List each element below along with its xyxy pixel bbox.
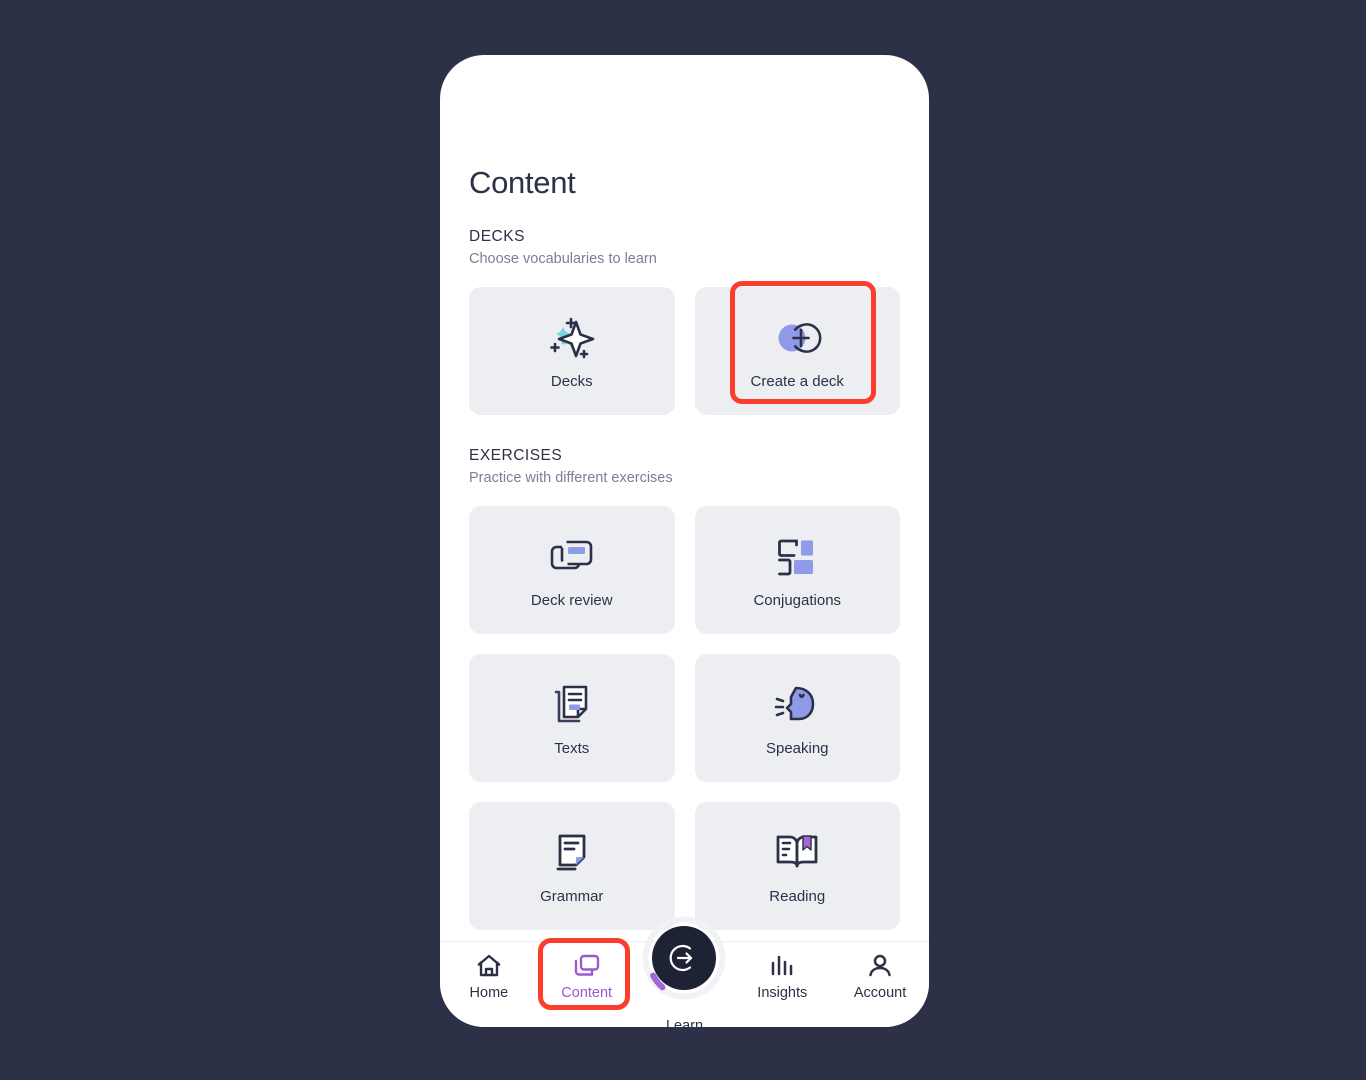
card-reading[interactable]: Reading	[694, 801, 900, 930]
learn-fab[interactable]	[641, 915, 727, 1001]
card-create-a-deck[interactable]: Create a deck	[694, 286, 900, 415]
nav-item-account[interactable]: Account	[831, 953, 929, 1001]
app-screen: Content DECKS Choose vocabularies to lea…	[440, 55, 929, 1027]
card-label: Create a deck	[750, 373, 844, 391]
person-icon	[867, 953, 893, 979]
circle-plus-icon	[771, 312, 823, 364]
section-subtitle-decks: Choose vocabularies to learn	[469, 250, 657, 267]
card-texts[interactable]: Texts	[469, 653, 675, 782]
exercises-card-grid: Deck review Conjugations Texts Speaking …	[469, 505, 900, 930]
section-subtitle-exercises: Practice with different exercises	[469, 469, 673, 486]
speaking-head-icon	[774, 679, 820, 731]
card-label: Speaking	[765, 740, 829, 758]
section-decks: DECKS Choose vocabularies to learn Decks…	[469, 227, 900, 415]
card-label: Conjugations	[753, 592, 842, 610]
nav-item-insights[interactable]: Insights	[733, 953, 831, 1001]
card-label: Texts	[554, 740, 590, 758]
stacked-cards-icon	[548, 531, 596, 583]
nav-item-content[interactable]: Content	[538, 953, 636, 1001]
card-label: Decks	[550, 373, 593, 391]
open-book-bookmark-icon	[773, 827, 821, 879]
section-title-decks: DECKS	[469, 228, 525, 245]
card-label: Deck review	[530, 592, 613, 610]
nav-label: Content	[561, 985, 613, 1001]
nav-label: Learn	[665, 1018, 704, 1027]
nav-item-learn[interactable]: Learn	[636, 916, 734, 1027]
phone-frame: Content DECKS Choose vocabularies to lea…	[440, 55, 929, 1027]
card-grammar[interactable]: Grammar	[469, 801, 675, 930]
card-speaking[interactable]: Speaking	[694, 653, 900, 782]
page-title: Content	[469, 165, 576, 200]
arrow-into-circle-icon	[670, 944, 693, 972]
nav-label: Home	[469, 985, 509, 1001]
documents-icon	[550, 679, 594, 731]
nav-item-home[interactable]: Home	[440, 953, 538, 1001]
section-title-exercises: EXERCISES	[469, 447, 563, 464]
section-exercises: EXERCISES Practice with different exerci…	[469, 446, 900, 930]
content-cards-icon	[572, 953, 602, 979]
card-deck-review[interactable]: Deck review	[469, 505, 675, 634]
bottom-navigation-bar: Home Content Learn Insights Account	[440, 916, 929, 1027]
decks-card-grid: Decks Create a deck	[469, 286, 900, 415]
document-folded-corner-icon	[551, 827, 593, 879]
card-decks[interactable]: Decks	[469, 286, 675, 415]
card-label: Grammar	[540, 888, 604, 906]
bar-chart-icon	[769, 953, 795, 979]
nav-label: Insights	[757, 985, 808, 1001]
sparkle-star-icon	[546, 312, 598, 364]
learn-button-circle[interactable]	[652, 926, 717, 990]
nav-label: Account	[853, 985, 907, 1001]
card-label: Reading	[769, 888, 826, 906]
home-icon	[475, 953, 503, 979]
card-conjugations[interactable]: Conjugations	[694, 505, 900, 634]
blocks-grid-icon	[774, 531, 820, 583]
